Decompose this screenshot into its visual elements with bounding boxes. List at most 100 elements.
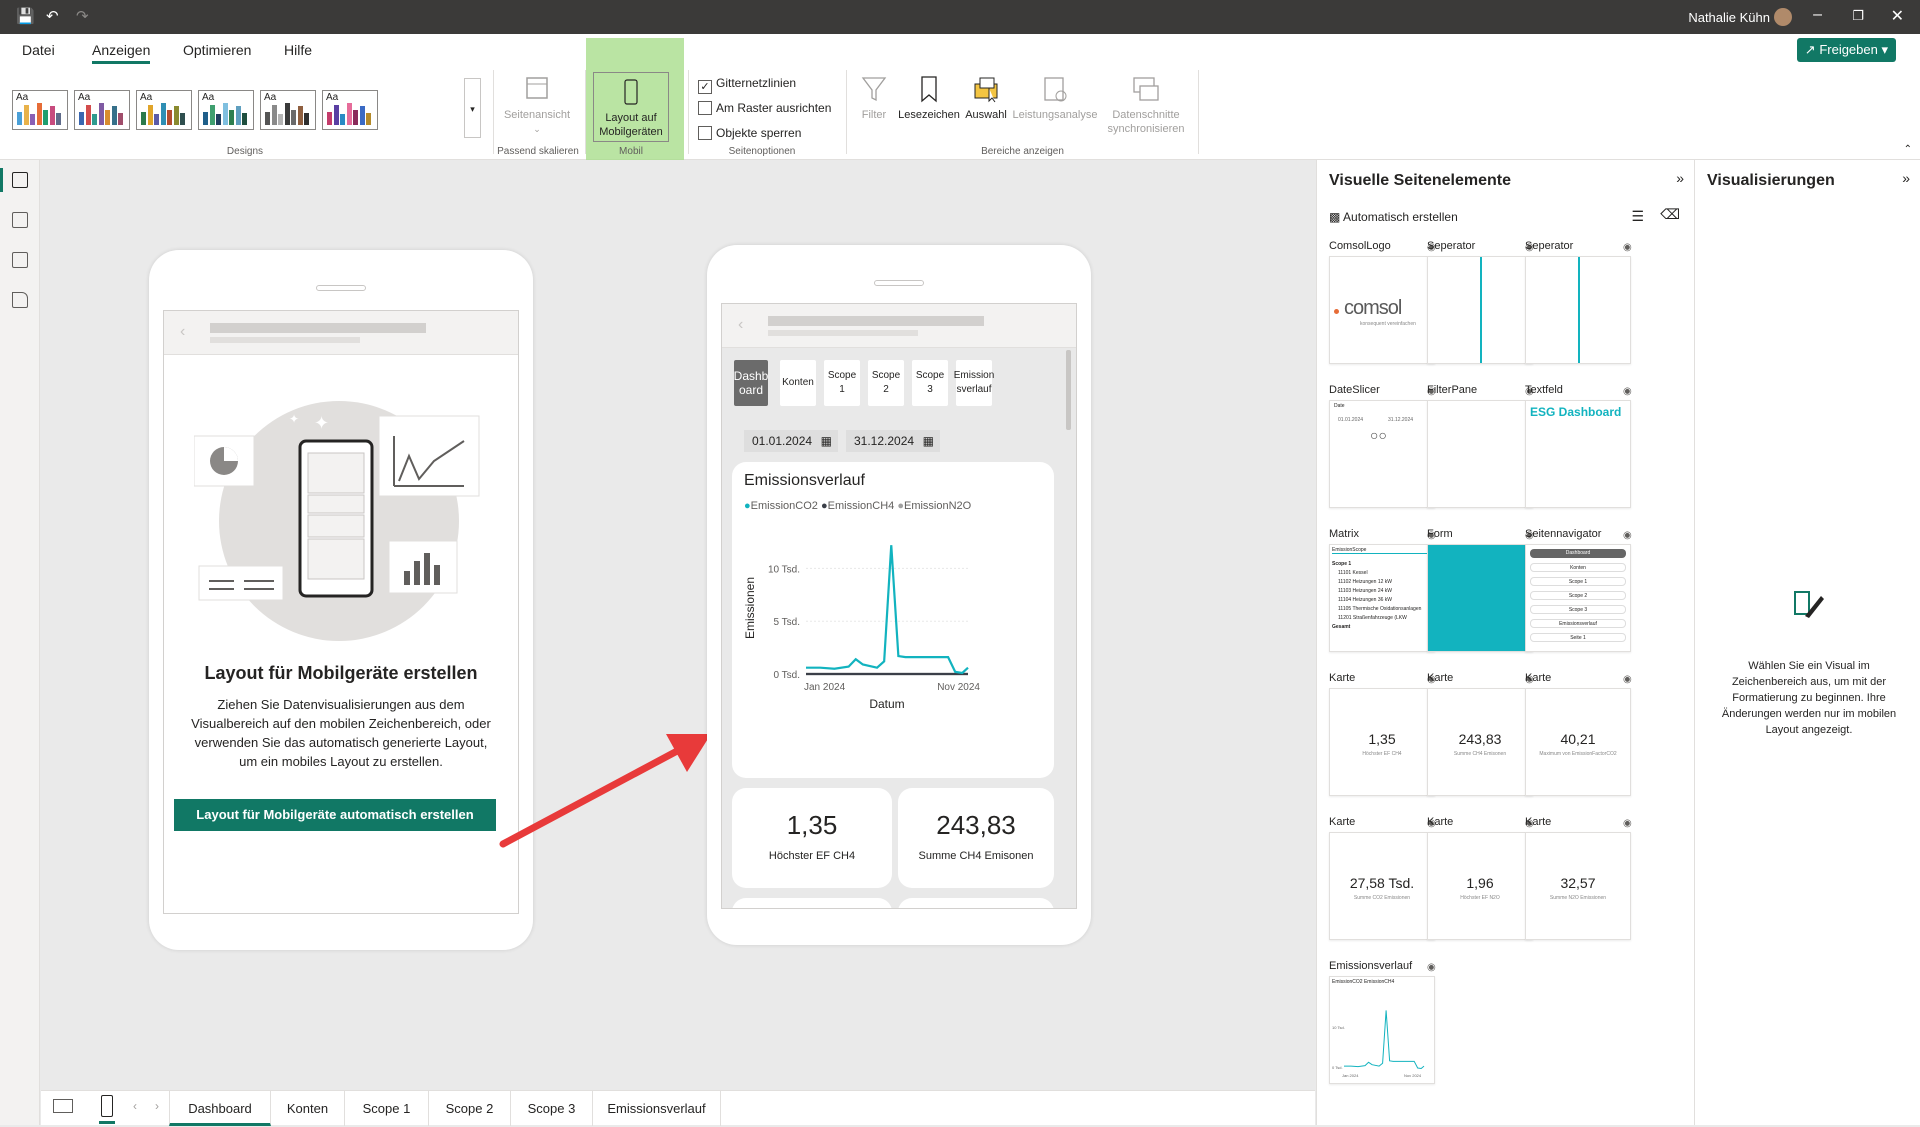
ribbon: Aa Aa Aa Aa Aa Aa ▾ Designs Seitenansicht ⌄ Pa… — [0, 38, 1920, 166]
visibility-eye-icon[interactable]: ◉ — [1623, 386, 1632, 397]
visual-thumbnail-card[interactable]: 32,57 Summe N2O Emissionen — [1525, 832, 1631, 940]
visibility-eye-icon[interactable]: ◉ — [1427, 962, 1436, 973]
emission-chart-card[interactable]: Emissionsverlauf ●EmissionCO2 ●EmissionC… — [732, 462, 1054, 778]
theme-gallery-expand[interactable]: ▾ — [464, 78, 481, 138]
model-view-icon[interactable] — [12, 252, 28, 268]
prev-page-icon[interactable]: ‹ — [133, 1099, 137, 1113]
date-to-field[interactable]: 31.12.2024 ▦ — [846, 430, 940, 452]
visual-label: FilterPane — [1427, 384, 1478, 396]
filter-pane-button[interactable]: Filter — [854, 74, 894, 122]
scrollbar[interactable] — [1066, 350, 1071, 430]
restore-icon[interactable]: ❐ — [1852, 8, 1864, 24]
visibility-eye-icon[interactable]: ◉ — [1623, 818, 1632, 829]
svg-text:Jan 2024: Jan 2024 — [1342, 1073, 1359, 1078]
expand-pane-icon[interactable]: » — [1902, 170, 1910, 186]
kpi-card[interactable]: 1,35 Höchster EF CH4 — [732, 788, 892, 888]
page-tab-dashboard[interactable]: Dashboard — [169, 1091, 271, 1126]
checkbox-gridlines[interactable]: ✓ Gitternetzlinien — [698, 76, 796, 94]
table-view-icon[interactable] — [12, 212, 28, 228]
nav-button[interactable]: Konten — [780, 360, 816, 406]
nav-button[interactable]: Scope 3 — [912, 360, 948, 406]
visual-thumbnail-separator[interactable] — [1525, 256, 1631, 364]
theme-swatch[interactable]: Aa — [74, 90, 130, 130]
save-icon[interactable]: 💾 — [16, 8, 35, 26]
close-icon[interactable]: ✕ — [1891, 6, 1904, 26]
visual-thumbnail-chart[interactable]: EmissionCO2 EmissionCH4 10 Tsd. 0 Tsd. Jan … — [1329, 976, 1435, 1084]
page-tab-scope3[interactable]: Scope 3 — [511, 1091, 593, 1126]
visual-label: Karte — [1427, 672, 1454, 684]
next-page-icon[interactable]: › — [155, 1099, 159, 1113]
dax-query-icon[interactable] — [12, 292, 28, 308]
page-tab-scope2[interactable]: Scope 2 — [429, 1091, 511, 1126]
page-tab-emissionsverlauf[interactable]: Emissionsverlauf — [593, 1091, 721, 1126]
checkbox-snap-grid[interactable]: Am Raster ausrichten — [698, 101, 831, 115]
share-button[interactable]: ↗ Freigeben ▾ — [1796, 38, 1896, 62]
legend-item[interactable]: ●EmissionCO2 — [744, 500, 818, 512]
page-view-button[interactable]: Seitenansicht ⌄ — [500, 74, 574, 136]
visual-thumbnail-logo[interactable]: comsol konsequent vereinfachen — [1329, 256, 1435, 364]
visual-thumbnail-card[interactable]: 27,58 Tsd. Summe CO2 Emissionen — [1329, 832, 1435, 940]
nav-button[interactable]: Dashb oard — [734, 360, 768, 406]
eraser-icon[interactable]: ⌫ — [1660, 206, 1680, 223]
visibility-eye-icon[interactable]: ◉ — [1623, 530, 1632, 541]
visibility-eye-icon[interactable]: ◉ — [1623, 242, 1632, 253]
nav-button[interactable]: Scope 1 — [824, 360, 860, 406]
visual-thumbnail-matrix[interactable]: EmissionScope Scope 1 11101 Kessel 11102 He… — [1329, 544, 1435, 652]
theme-swatch[interactable]: Aa — [260, 90, 316, 130]
visual-thumbnail-card[interactable]: 243,83 Summe CH4 Emisonen — [1427, 688, 1533, 796]
visual-thumbnail-card[interactable]: 1,35 Höchster EF CH4 — [1329, 688, 1435, 796]
user-name[interactable]: Nathalie Kühn — [1688, 10, 1770, 25]
tab-datei[interactable]: Datei — [22, 42, 55, 58]
settings-sliders-icon[interactable]: ☰ — [1631, 208, 1644, 225]
mobile-layout-icon[interactable] — [101, 1095, 113, 1117]
mobile-canvas-filled[interactable]: ‹ Dashb oard Konten Scope 1 Scope 2 Scope 3E… — [721, 303, 1077, 909]
report-view-icon[interactable] — [12, 172, 28, 188]
legend-item[interactable]: ●EmissionN2O — [897, 500, 971, 512]
avatar[interactable] — [1774, 8, 1792, 26]
undo-icon[interactable]: ↶ — [46, 8, 59, 26]
visual-thumbnail-separator[interactable] — [1427, 256, 1533, 364]
tab-anzeigen[interactable]: Anzeigen — [92, 42, 151, 64]
date-from-field[interactable]: 01.01.2024 ▦ — [744, 430, 838, 452]
mobile-canvas[interactable]: ‹ ✦ ✦ Layout für Mobilgeräte erstellen Z… — [163, 310, 519, 914]
series-line-emissionco2[interactable] — [806, 545, 969, 675]
collapse-ribbon-icon[interactable]: ⌃ — [1904, 144, 1912, 155]
desktop-layout-icon[interactable] — [53, 1099, 73, 1113]
visual-label: Karte — [1329, 816, 1356, 828]
report-canvas: ‹ ✦ ✦ Layout für Mobilgeräte erstellen Z… — [41, 160, 1315, 1090]
visual-thumbnail-slicer[interactable]: Date 01.01.2024 31.12.2024 ○○ — [1329, 400, 1435, 508]
theme-swatch[interactable]: Aa — [12, 90, 68, 130]
page-tab-scope1[interactable]: Scope 1 — [345, 1091, 429, 1126]
bookmarks-pane-button[interactable]: Lesezeichen — [896, 74, 962, 122]
sync-slicers-button[interactable]: Datenschnitte synchronisieren — [1102, 74, 1190, 136]
expand-pane-icon[interactable]: » — [1676, 170, 1684, 186]
visual-thumbnail-nav[interactable]: Dashboard Konten Scope 1 Scope 2 Scope 3 Emis… — [1525, 544, 1631, 652]
nav-button[interactable]: Emission sverlauf — [954, 360, 994, 406]
redo-icon[interactable]: ↷ — [76, 8, 89, 26]
checkbox-lock-objects[interactable]: Objekte sperren — [698, 126, 801, 140]
selection-pane-button[interactable]: Auswahl — [962, 74, 1010, 122]
tab-hilfe[interactable]: Hilfe — [284, 42, 312, 58]
visual-thumbnail-text[interactable]: ESG Dashboard — [1525, 400, 1631, 508]
empty-state-heading: Layout für Mobilgeräte erstellen — [204, 663, 478, 683]
minimize-icon[interactable]: – — [1813, 6, 1822, 24]
theme-swatch[interactable]: Aa — [136, 90, 192, 130]
theme-swatch[interactable]: Aa — [198, 90, 254, 130]
visual-thumbnail-shape[interactable] — [1427, 544, 1533, 652]
page-tab-konten[interactable]: Konten — [271, 1091, 345, 1126]
auto-create-button[interactable]: ▩ Automatisch erstellen — [1329, 210, 1458, 224]
visual-thumbnail-card[interactable]: 1,96 Höchster EF N2O — [1427, 832, 1533, 940]
tab-optimieren[interactable]: Optimieren — [183, 42, 251, 58]
visibility-eye-icon[interactable]: ◉ — [1623, 674, 1632, 685]
legend-item[interactable]: ●EmissionCH4 — [821, 500, 894, 512]
mobile-layout-button[interactable]: Layout auf Mobilgeräten — [593, 72, 669, 142]
visual-thumbnail-blank[interactable] — [1427, 400, 1533, 508]
performance-pane-button[interactable]: Leistungsanalyse — [1010, 74, 1100, 122]
theme-swatch[interactable]: Aa — [322, 90, 378, 130]
line-chart[interactable]: 0 Tsd. 5 Tsd. 10 Tsd. Jan 2024 Nov 2024 Datum… — [732, 522, 1054, 772]
kpi-card[interactable]: 243,83 Summe CH4 Emisonen — [898, 788, 1054, 888]
nav-button[interactable]: Scope 2 — [868, 360, 904, 406]
visual-label: Karte — [1525, 672, 1552, 684]
visual-thumbnail-card[interactable]: 40,21 Maximum von EmissionFactorCO2 — [1525, 688, 1631, 796]
auto-create-mobile-layout-button[interactable]: Layout für Mobilgeräte automatisch erste… — [174, 799, 496, 831]
